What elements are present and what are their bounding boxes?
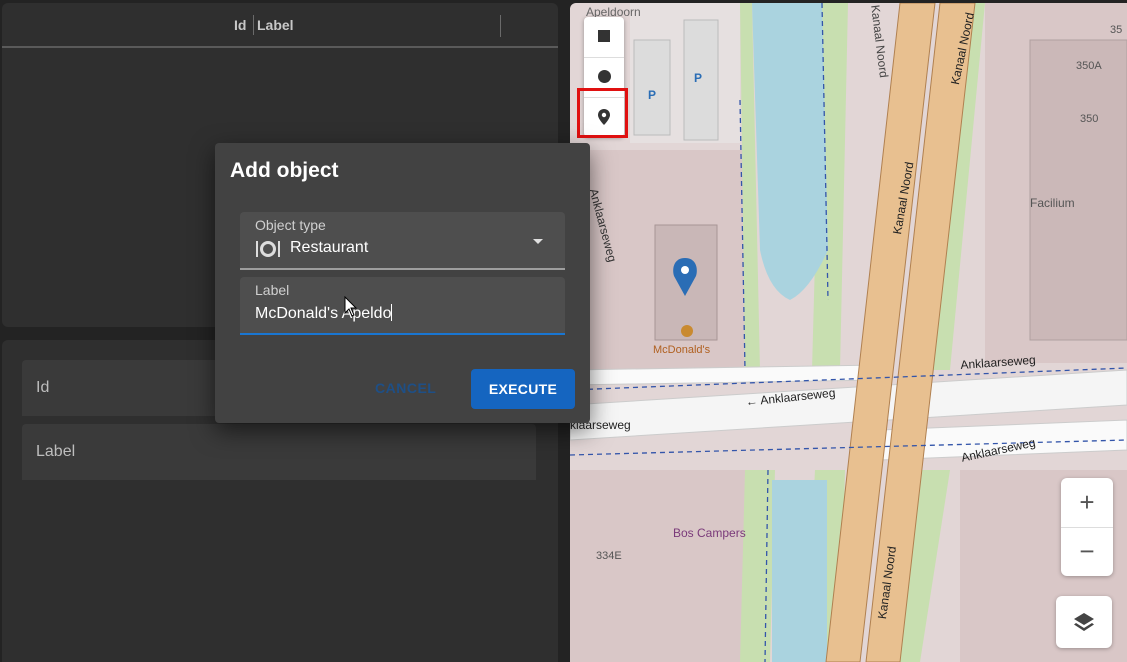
text-caret — [391, 304, 393, 321]
column-header-id[interactable]: Id — [234, 17, 246, 33]
map-label: 35 — [1110, 24, 1123, 36]
label-input-label: Label — [255, 282, 290, 298]
mouse-cursor-icon — [344, 296, 358, 317]
selection-highlight — [577, 88, 628, 138]
draw-rectangle-button[interactable] — [584, 17, 624, 58]
zoom-out-button[interactable]: − — [1061, 527, 1113, 576]
map-label: 350 — [1080, 113, 1099, 125]
map[interactable]: Apeldoorn Kanaal Noord Kanaal Noord Kana… — [570, 3, 1127, 662]
label-field[interactable]: Label — [22, 424, 536, 480]
label-input-value[interactable]: McDonald's Apeldo — [255, 304, 393, 323]
layers-icon — [1074, 613, 1094, 631]
column-divider[interactable] — [253, 15, 254, 35]
dialog-title: Add object — [230, 159, 339, 182]
circle-icon — [598, 70, 611, 83]
zoom-in-button[interactable]: + — [1061, 478, 1113, 528]
label-input-text: McDonald's Apeldo — [255, 305, 392, 322]
restaurant-icon — [256, 241, 280, 257]
map-label: McDonald's — [653, 344, 711, 356]
cancel-button[interactable]: CANCEL — [375, 380, 436, 396]
id-field-label: Id — [36, 379, 50, 396]
map-label: 350A — [1076, 60, 1102, 72]
square-icon — [598, 30, 610, 42]
object-type-value: Restaurant — [290, 239, 369, 256]
table-header: Id Label — [2, 3, 558, 48]
map-label: Facilium — [1030, 196, 1075, 210]
map-label: 334E — [596, 550, 622, 562]
column-header-label[interactable]: Label — [257, 17, 294, 33]
add-object-dialog: Add object Object type Restaurant Label … — [215, 143, 590, 423]
layers-button[interactable] — [1056, 596, 1112, 648]
zoom-controls: + − — [1061, 478, 1113, 576]
chevron-down-icon[interactable] — [533, 239, 543, 244]
object-type-select[interactable]: Object type Restaurant — [240, 212, 565, 270]
parking-label: P — [648, 88, 657, 102]
label-input[interactable]: Label McDonald's Apeldo — [240, 277, 565, 335]
column-divider[interactable] — [500, 15, 501, 37]
object-type-label: Object type — [255, 217, 326, 233]
map-label: Bos Campers — [673, 526, 746, 540]
execute-button[interactable]: EXECUTE — [471, 369, 575, 409]
label-field-label: Label — [36, 443, 76, 460]
parking-label: P — [694, 71, 703, 85]
